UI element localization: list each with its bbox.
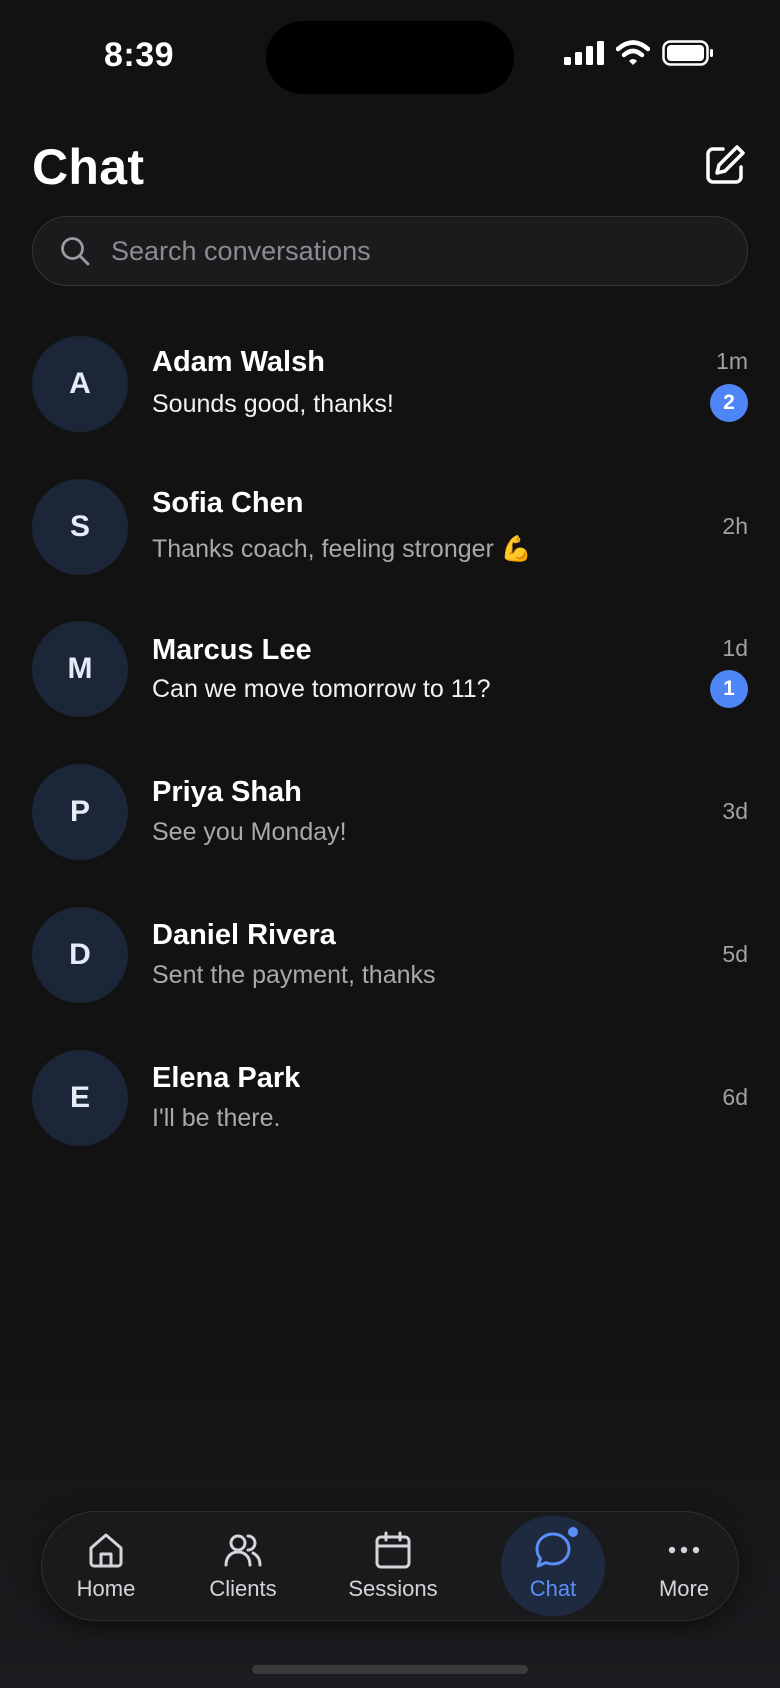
- message-preview: I'll be there.: [152, 1104, 281, 1132]
- cellular-signal-icon: [564, 41, 604, 65]
- contact-name: Daniel Rivera: [152, 919, 336, 951]
- calendar-icon: [373, 1530, 413, 1570]
- message-preview: Sent the payment, thanks: [152, 961, 436, 989]
- contact-name: Marcus Lee: [152, 634, 312, 666]
- conversation-row[interactable]: M Marcus Lee Can we move tomorrow to 11?…: [0, 609, 780, 729]
- dynamic-island: [266, 21, 514, 94]
- status-time: 8:39: [104, 36, 175, 74]
- message-time: 3d: [722, 798, 748, 824]
- contact-name: Elena Park: [152, 1062, 301, 1094]
- tab-label: Chat: [529, 1576, 577, 1601]
- notification-dot: [565, 1524, 581, 1540]
- page-title: Chat: [32, 139, 145, 195]
- conversation-row[interactable]: A Adam Walsh Sounds good, thanks! 1m 2: [0, 324, 780, 444]
- conversation-row[interactable]: S Sofia Chen Thanks coach, feeling stron…: [0, 467, 780, 587]
- compose-button[interactable]: [700, 140, 750, 190]
- search-icon: [61, 237, 90, 266]
- message-preview: See you Monday!: [152, 818, 347, 846]
- search-bar[interactable]: [32, 216, 748, 286]
- message-time: 1d: [722, 635, 748, 661]
- avatar: S: [32, 479, 128, 575]
- message-preview: Can we move tomorrow to 11?: [152, 675, 491, 703]
- search-input[interactable]: [111, 235, 711, 267]
- message-preview: Thanks coach, feeling stronger 💪: [152, 535, 532, 563]
- more-horizontal-icon: [664, 1530, 704, 1570]
- tab-label: Sessions: [348, 1576, 438, 1601]
- home-icon: [86, 1530, 126, 1570]
- avatar: M: [32, 621, 128, 717]
- wifi-icon: [616, 40, 650, 65]
- unread-badge: 2: [710, 384, 748, 422]
- message-time: 2h: [722, 513, 748, 539]
- contact-name: Sofia Chen: [152, 487, 304, 519]
- conversation-row[interactable]: D Daniel Rivera Sent the payment, thanks…: [0, 895, 780, 1015]
- battery-icon: [662, 40, 713, 66]
- message-time: 6d: [722, 1084, 748, 1110]
- tab-label: Home: [76, 1576, 136, 1601]
- message-preview: Sounds good, thanks!: [152, 390, 394, 418]
- tab-label: More: [658, 1576, 710, 1601]
- tab-chat[interactable]: Chat: [501, 1512, 605, 1620]
- unread-badge: 1: [710, 670, 748, 708]
- contact-name: Priya Shah: [152, 776, 302, 808]
- conversation-row[interactable]: E Elena Park I'll be there. 6d: [0, 1038, 780, 1158]
- avatar: A: [32, 336, 128, 432]
- contact-name: Adam Walsh: [152, 346, 325, 378]
- users-icon: [223, 1530, 263, 1570]
- conversation-row[interactable]: P Priya Shah See you Monday! 3d: [0, 752, 780, 872]
- avatar: E: [32, 1050, 128, 1146]
- message-time: 5d: [722, 941, 748, 967]
- avatar: D: [32, 907, 128, 1003]
- avatar: P: [32, 764, 128, 860]
- tab-clients[interactable]: Clients: [188, 1512, 298, 1620]
- message-time: 1m: [716, 348, 748, 374]
- chat-bubble-icon: [533, 1524, 581, 1570]
- tab-sessions[interactable]: Sessions: [328, 1512, 458, 1620]
- tab-bar: Home Clients Sessions Chat More: [41, 1511, 739, 1621]
- status-icons: [564, 40, 714, 66]
- home-indicator: [252, 1665, 528, 1674]
- tab-more[interactable]: More: [634, 1512, 734, 1620]
- chat-screen: 8:39 Chat Search conversations A Adam Wa…: [0, 0, 780, 1688]
- tab-label: Clients: [209, 1576, 277, 1601]
- compose-icon: [706, 145, 745, 184]
- tab-home[interactable]: Home: [56, 1512, 156, 1620]
- background-fade: [0, 1300, 780, 1688]
